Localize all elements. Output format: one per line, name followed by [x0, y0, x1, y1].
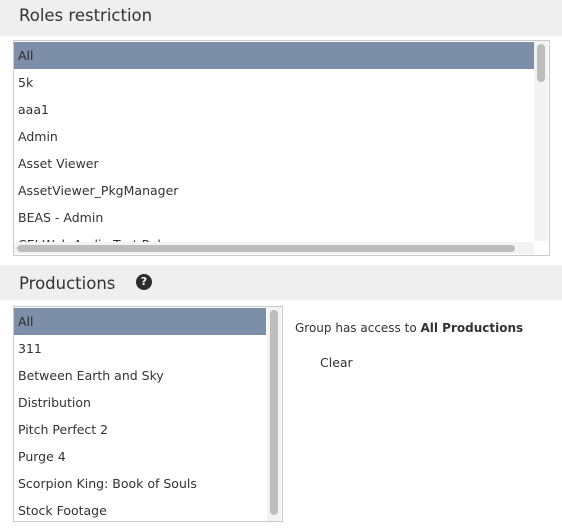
productions-access-summary: Group has access to All Productions	[295, 321, 523, 335]
question-circle-icon[interactable]: ?	[136, 274, 152, 290]
roles-list-item[interactable]: aaa1	[14, 96, 534, 123]
productions-listbox[interactable]: All 311 Between Earth and Sky Distributi…	[13, 306, 283, 522]
productions-list-item[interactable]: Pitch Perfect 2	[14, 416, 266, 443]
productions-list-item[interactable]: 311	[14, 335, 266, 362]
productions-list-item-all[interactable]: All	[14, 308, 266, 335]
roles-horizontal-scroll-thumb[interactable]	[17, 245, 515, 252]
roles-list-item[interactable]: 5k	[14, 69, 534, 96]
productions-list-item[interactable]: Purge 4	[14, 443, 266, 470]
productions-list-item[interactable]: Scorpion King: Book of Souls	[14, 470, 266, 497]
roles-horizontal-scrollbar[interactable]	[14, 242, 534, 254]
roles-listbox[interactable]: All 5k aaa1 Admin Asset Viewer AssetView…	[13, 40, 550, 256]
roles-vertical-scroll-thumb[interactable]	[537, 44, 545, 82]
productions-vertical-scroll-thumb[interactable]	[270, 310, 278, 515]
access-prefix: Group has access to	[295, 321, 421, 335]
roles-list-item[interactable]: BEAS - Admin	[14, 204, 534, 231]
roles-list-item[interactable]: Asset Viewer	[14, 150, 534, 177]
productions-section-title: Productions	[19, 274, 116, 293]
roles-section-header: Roles restriction	[0, 0, 562, 36]
productions-section-header: Productions ?	[0, 265, 562, 300]
productions-list-item[interactable]: Between Earth and Sky	[14, 362, 266, 389]
access-value: All Productions	[420, 321, 524, 335]
roles-list-item[interactable]: AssetViewer_PkgManager	[14, 177, 534, 204]
productions-list-item[interactable]: Stock Footage	[14, 497, 266, 521]
roles-vertical-scrollbar[interactable]	[534, 41, 548, 241]
clear-button[interactable]: Clear	[320, 355, 353, 370]
roles-list-item-all[interactable]: All	[14, 42, 534, 69]
roles-list-item[interactable]: Admin	[14, 123, 534, 150]
productions-list-item[interactable]: Distribution	[14, 389, 266, 416]
productions-vertical-scrollbar[interactable]	[267, 307, 281, 521]
roles-section-title: Roles restriction	[19, 6, 153, 25]
